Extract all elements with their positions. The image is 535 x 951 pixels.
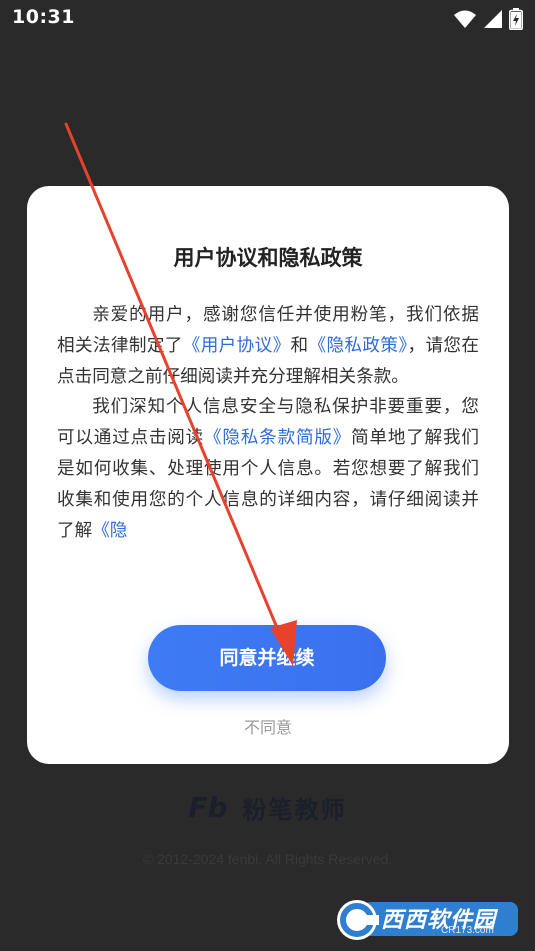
brand-name: 粉笔教师: [242, 796, 347, 824]
dialog-title: 用户协议和隐私政策: [173, 246, 363, 270]
signal-icon: [483, 10, 502, 28]
watermark-sub: CR173.com: [441, 925, 494, 936]
brand-logo: Fb: [188, 791, 228, 824]
dialog-body[interactable]: 亲爱的用户，感谢您信任并使用粉笔，我们依据相关法律制定了《用户协议》和《隐私政策…: [57, 300, 479, 590]
user-agreement-link[interactable]: 《用户协议》: [183, 336, 291, 356]
battery-charging-icon: [509, 8, 523, 30]
dialog-paragraph-1: 亲爱的用户，感谢您信任并使用粉笔，我们依据相关法律制定了《用户协议》和《隐私政策…: [57, 300, 479, 392]
privacy-dialog: 用户协议和隐私政策 亲爱的用户，感谢您信任并使用粉笔，我们依据相关法律制定了《用…: [27, 186, 509, 764]
copyright: © 2012-2024 fenbi. All Rights Reserved.: [142, 851, 393, 867]
dialog-paragraph-2: 我们深知个人信息安全与隐私保护非要重要，您可以通过点击阅读《隐私条款简版》简单地…: [57, 392, 479, 546]
status-bar: 10:31: [0, 0, 535, 38]
watermark: 西西软件园 CR173.com: [333, 898, 523, 942]
agree-continue-button[interactable]: 同意并继续: [148, 625, 386, 691]
privacy-policy-link[interactable]: 《隐私政策》: [309, 336, 408, 356]
privacy-detail-link[interactable]: 《隐: [92, 521, 127, 541]
status-icons: [453, 8, 523, 30]
disagree-link[interactable]: 不同意: [27, 714, 509, 738]
status-time: 10:31: [12, 6, 75, 28]
wifi-icon: [453, 10, 476, 28]
privacy-brief-link[interactable]: 《隐私条款简版》: [204, 428, 351, 448]
brand: Fb 粉笔教师: [0, 790, 535, 825]
paragraph-1-text-b: 和: [290, 335, 309, 356]
